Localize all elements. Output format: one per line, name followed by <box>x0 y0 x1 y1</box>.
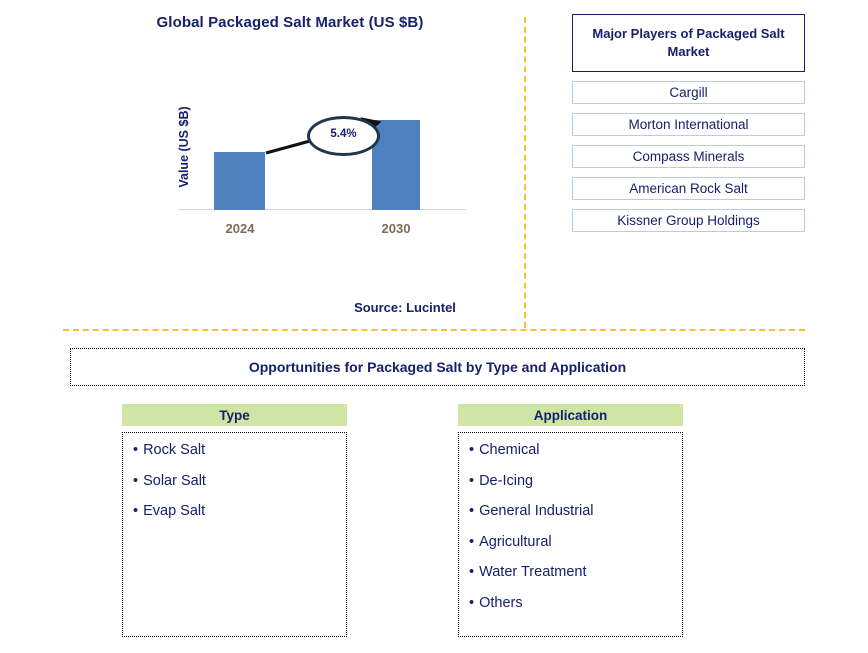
list-item: • De-Icing <box>469 474 674 489</box>
list-item-label: Solar Salt <box>143 473 206 489</box>
player-item[interactable]: Cargill <box>572 81 805 104</box>
segment-column-type: Type • Rock Salt • Solar Salt • Evap Salt <box>122 404 347 637</box>
bullet-icon: • <box>469 473 474 489</box>
list-item-label: Water Treatment <box>479 564 586 580</box>
source-note: Source: Lucintel <box>300 300 510 315</box>
player-item[interactable]: Morton International <box>572 113 805 136</box>
bar-2024 <box>214 152 265 210</box>
list-item-label: General Industrial <box>479 503 593 519</box>
opportunities-banner: Opportunities for Packaged Salt by Type … <box>70 348 805 386</box>
segment-header-type: Type <box>122 404 347 426</box>
bullet-icon: • <box>469 534 474 550</box>
list-item: • General Industrial <box>469 504 674 519</box>
major-players-header: Major Players of Packaged Salt Market <box>572 14 805 72</box>
bullet-icon: • <box>469 503 474 519</box>
player-item[interactable]: Kissner Group Holdings <box>572 209 805 232</box>
list-item-label: Chemical <box>479 442 539 458</box>
list-item: • Evap Salt <box>133 504 338 519</box>
chart-title: Global Packaged Salt Market (US $B) <box>60 14 520 31</box>
bar-chart: Value (US $B) 5.4% 2024 2030 <box>150 100 480 240</box>
player-item[interactable]: American Rock Salt <box>572 177 805 200</box>
list-item: • Solar Salt <box>133 474 338 489</box>
list-item: • Others <box>469 596 674 611</box>
segment-header-application: Application <box>458 404 683 426</box>
segment-column-application: Application • Chemical • De-Icing • General… <box>458 404 683 637</box>
bullet-icon: • <box>133 442 138 458</box>
list-item-label: Agricultural <box>479 534 552 550</box>
list-item: • Chemical <box>469 443 674 458</box>
bullet-icon: • <box>469 564 474 580</box>
segment-list-type: • Rock Salt • Solar Salt • Evap Salt <box>122 432 347 637</box>
bullet-icon: • <box>133 473 138 489</box>
list-item-label: Others <box>479 595 523 611</box>
plot-area: 5.4% 2024 2030 <box>178 100 478 240</box>
player-item[interactable]: Compass Minerals <box>572 145 805 168</box>
bullet-icon: • <box>133 503 138 519</box>
cagr-bubble: 5.4% <box>307 116 380 156</box>
list-item: • Agricultural <box>469 535 674 550</box>
list-item-label: Evap Salt <box>143 503 205 519</box>
vertical-divider <box>524 17 526 328</box>
list-item-label: Rock Salt <box>143 442 205 458</box>
list-item: • Rock Salt <box>133 443 338 458</box>
list-item-label: De-Icing <box>479 473 533 489</box>
segment-list-application: •Chemical •De-Icing •General Industrial … <box>458 432 683 637</box>
major-players-panel: Major Players of Packaged Salt Market Ca… <box>572 14 805 232</box>
horizontal-divider <box>63 329 805 331</box>
category-label-2024: 2024 <box>204 221 276 236</box>
bullet-icon: • <box>469 595 474 611</box>
bullet-icon: • <box>469 442 474 458</box>
cagr-value: 5.4% <box>310 128 377 140</box>
list-item: • Water Treatment <box>469 565 674 580</box>
category-label-2030: 2030 <box>360 221 432 236</box>
